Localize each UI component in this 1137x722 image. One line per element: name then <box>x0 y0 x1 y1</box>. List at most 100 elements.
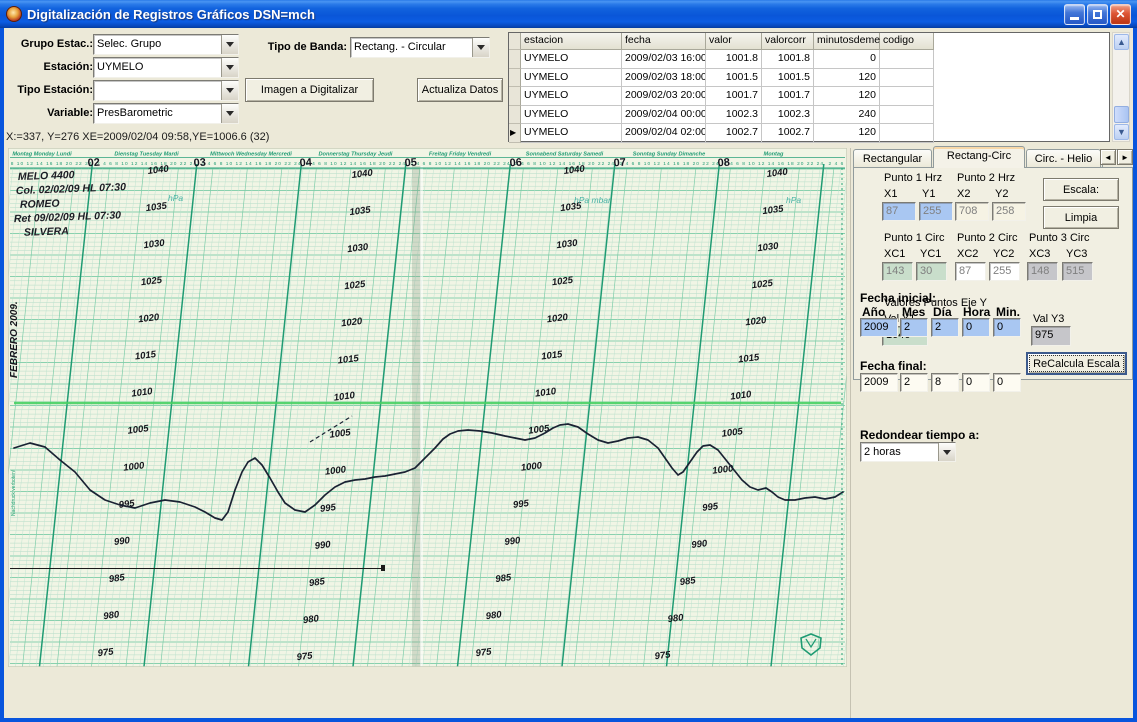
fecha-final-dia-field[interactable]: 8 <box>931 373 959 392</box>
table-cell[interactable] <box>880 50 934 69</box>
redondear-dropdown-button[interactable] <box>938 443 955 461</box>
grupo-estac-combobox[interactable]: Selec. Grupo <box>93 34 239 55</box>
fecha-final-min-field[interactable]: 0 <box>993 373 1021 392</box>
tipo-banda-combobox[interactable]: Rectang. - Circular <box>350 37 490 58</box>
val-y3-field[interactable]: 975 <box>1031 326 1071 346</box>
yc1-label: YC1 <box>920 248 941 260</box>
table-cell[interactable]: 240 <box>814 106 880 125</box>
table-cell[interactable]: UYMELO <box>521 69 622 88</box>
table-cell[interactable]: UYMELO <box>521 124 622 143</box>
fecha-inicial-mes-field[interactable]: 2 <box>900 318 928 337</box>
svg-text:SILVERA: SILVERA <box>24 225 69 239</box>
tipo-banda-dropdown-button[interactable] <box>472 38 489 57</box>
table-cell[interactable]: UYMELO <box>521 50 622 69</box>
table-cell[interactable]: UYMELO <box>521 106 622 125</box>
xc3-field[interactable]: 148 <box>1027 262 1058 281</box>
table-cell[interactable]: UYMELO <box>521 87 622 106</box>
table-cell[interactable]: 1001.7 <box>762 87 814 106</box>
table-cell[interactable] <box>880 87 934 106</box>
actualiza-datos-button[interactable]: Actualiza Datos <box>417 78 503 102</box>
variable-combobox[interactable]: PresBarometric <box>93 103 239 124</box>
minimize-button[interactable] <box>1064 4 1085 25</box>
x2-field[interactable]: 708 <box>955 202 989 221</box>
yc1-field[interactable]: 30 <box>916 262 947 281</box>
column-header-fecha[interactable]: fecha <box>622 33 706 50</box>
scroll-down-button[interactable]: ▼ <box>1114 124 1129 140</box>
table-cell[interactable] <box>880 69 934 88</box>
table-cell[interactable]: 120 <box>814 87 880 106</box>
recalcula-escala-button[interactable]: ReCalcula Escala <box>1026 352 1127 375</box>
fecha-final-hora-field[interactable]: 0 <box>962 373 990 392</box>
table-cell[interactable]: 120 <box>814 124 880 143</box>
variable-label: Variable: <box>8 107 93 119</box>
table-cell[interactable]: 2009/02/03 20:00 <box>622 87 706 106</box>
records-table[interactable]: estacionfechavalorvalorcorrminutosdemedi… <box>508 32 1110 142</box>
xc2-field[interactable]: 87 <box>955 262 986 281</box>
column-header-codigo[interactable]: codigo <box>880 33 934 50</box>
fecha-inicial-min-field[interactable]: 0 <box>993 318 1021 337</box>
column-header-valor[interactable]: valor <box>706 33 762 50</box>
dia-label: Día <box>933 305 952 319</box>
grupo-dropdown-button[interactable] <box>221 35 238 54</box>
yc2-field[interactable]: 255 <box>989 262 1020 281</box>
table-cell[interactable]: 2009/02/04 02:00 <box>622 124 706 143</box>
row-selector[interactable] <box>509 69 521 88</box>
maximize-button[interactable] <box>1087 4 1108 25</box>
table-cell[interactable]: 2009/02/03 16:00 <box>622 50 706 69</box>
column-header-estacion[interactable]: estacion <box>521 33 622 50</box>
table-cell[interactable]: 1001.5 <box>706 69 762 88</box>
estacion-combobox[interactable]: UYMELO <box>93 57 239 78</box>
column-header-valorcorr[interactable]: valorcorr <box>762 33 814 50</box>
table-cell[interactable]: 1001.7 <box>706 87 762 106</box>
table-cell[interactable]: 0 <box>814 50 880 69</box>
row-selector[interactable] <box>509 106 521 125</box>
escala-button[interactable]: Escala: <box>1043 178 1119 201</box>
xc1-field[interactable]: 143 <box>882 262 913 281</box>
imagen-digitalizar-button[interactable]: Imagen a Digitalizar <box>245 78 374 102</box>
scrollbar-thumb[interactable] <box>1114 106 1129 123</box>
tipo-estacion-combobox[interactable] <box>93 80 239 101</box>
fecha-inicial-anio-field[interactable]: 2009 <box>860 318 898 337</box>
table-cell[interactable]: 2009/02/03 18:00 <box>622 69 706 88</box>
table-cell[interactable] <box>880 124 934 143</box>
variable-dropdown-button[interactable] <box>221 104 238 123</box>
fecha-final-mes-field[interactable]: 2 <box>900 373 928 392</box>
scroll-up-button[interactable]: ▲ <box>1114 34 1129 50</box>
row-selector[interactable] <box>509 50 521 69</box>
fecha-inicial-hora-field[interactable]: 0 <box>962 318 990 337</box>
table-cell[interactable]: 1002.3 <box>706 106 762 125</box>
tab-scroll-right-button[interactable]: ► <box>1117 149 1133 165</box>
table-scrollbar[interactable]: ▲ ▼ <box>1112 32 1130 142</box>
table-cell[interactable]: 1001.8 <box>762 50 814 69</box>
tab-rectangular[interactable]: Rectangular <box>853 149 932 167</box>
row-selector[interactable]: ▶ <box>509 124 521 143</box>
svg-text:980: 980 <box>302 613 320 626</box>
table-cell[interactable]: 1002.3 <box>762 106 814 125</box>
table-cell[interactable]: 2009/02/04 00:00 <box>622 106 706 125</box>
table-cell[interactable]: 120 <box>814 69 880 88</box>
tab-rectang-circ[interactable]: Rectang-Circ <box>933 146 1025 168</box>
fecha-inicial-dia-field[interactable]: 2 <box>931 318 959 337</box>
table-cell[interactable]: 1001.8 <box>706 50 762 69</box>
redondear-combobox[interactable]: 2 horas <box>860 442 956 462</box>
close-button[interactable]: ✕ <box>1110 4 1131 25</box>
table-cell[interactable] <box>880 106 934 125</box>
table-cell[interactable]: 1001.5 <box>762 69 814 88</box>
table-cell[interactable]: 1002.7 <box>762 124 814 143</box>
column-header-minutosdemedic[interactable]: minutosdemedic <box>814 33 880 50</box>
chart-image[interactable]: Montag Monday LundiDienstag Tuesday Mard… <box>8 148 847 667</box>
yc3-field[interactable]: 515 <box>1062 262 1093 281</box>
title-bar[interactable]: Digitalización de Registros Gráficos DSN… <box>0 0 1137 28</box>
table-cell[interactable]: 1002.7 <box>706 124 762 143</box>
x1-field[interactable]: 87 <box>882 202 916 221</box>
y2-field[interactable]: 258 <box>992 202 1026 221</box>
tab-circ-helio[interactable]: Circ. - Helio <box>1026 149 1101 167</box>
fecha-final-anio-field[interactable]: 2009 <box>860 373 898 392</box>
y1-field[interactable]: 255 <box>919 202 953 221</box>
limpia-button[interactable]: Limpia <box>1043 206 1119 229</box>
row-selector[interactable] <box>509 87 521 106</box>
measure-line-handle[interactable] <box>381 565 385 571</box>
tab-scroll-left-button[interactable]: ◄ <box>1100 149 1116 165</box>
estacion-dropdown-button[interactable] <box>221 58 238 77</box>
tipo-estacion-dropdown-button[interactable] <box>221 81 238 100</box>
